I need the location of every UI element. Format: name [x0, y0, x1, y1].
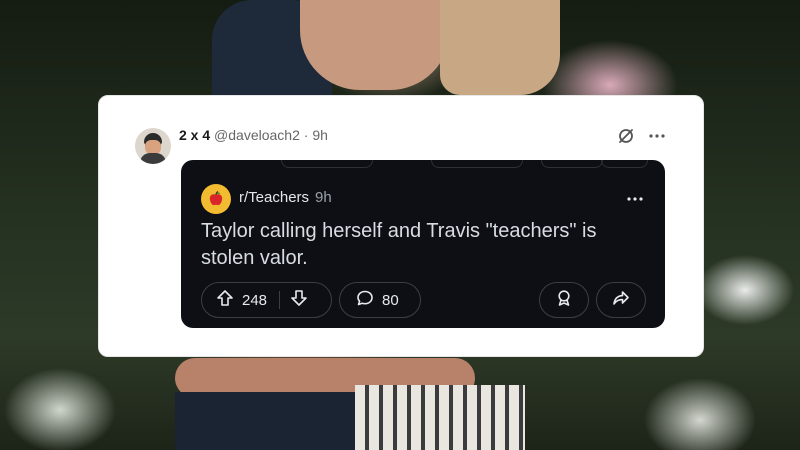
reddit-post-embed[interactable]: r/Teachers 9h Taylor calling herself and … [181, 160, 665, 328]
comments-button[interactable]: 80 [339, 282, 421, 318]
photo-shirt [175, 392, 365, 450]
share-icon [612, 289, 630, 311]
vote-divider [279, 291, 281, 309]
subreddit-name[interactable]: r/Teachers [239, 189, 309, 206]
upvote-count: 248 [242, 291, 268, 309]
more-options-icon[interactable] [627, 188, 643, 206]
tweet-header: 2 x 4 @daveloach2 · 9h [179, 127, 328, 143]
award-icon [555, 289, 573, 311]
grok-icon[interactable] [617, 127, 635, 145]
user-handle[interactable]: @daveloach2 [214, 127, 300, 143]
vote-control: 248 [201, 282, 332, 318]
post-title: Taylor calling herself and Travis "teach… [201, 220, 597, 269]
apple-icon [201, 184, 231, 214]
photo-faces [300, 0, 450, 90]
separator-dot: · [303, 127, 309, 143]
photo-striped-clothing [355, 385, 525, 450]
tweet-header-actions [617, 127, 665, 145]
tweet-time[interactable]: 9h [312, 127, 328, 143]
arrow-down-icon[interactable] [290, 289, 308, 311]
award-button[interactable] [539, 282, 589, 318]
tweet-card: 2 x 4 @daveloach2 · 9h r/Teachers 9h Tayl… [98, 95, 704, 357]
comment-count: 80 [382, 291, 399, 309]
post-time: 9h [315, 189, 332, 206]
subreddit-line: r/Teachers 9h [239, 189, 332, 206]
more-options-icon[interactable] [649, 134, 665, 138]
arrow-up-icon[interactable] [216, 289, 234, 311]
photo-hair [440, 0, 560, 95]
user-avatar[interactable] [135, 128, 171, 164]
display-name[interactable]: 2 x 4 [179, 127, 210, 143]
comment-bubble-icon [356, 289, 374, 311]
share-button[interactable] [596, 282, 646, 318]
